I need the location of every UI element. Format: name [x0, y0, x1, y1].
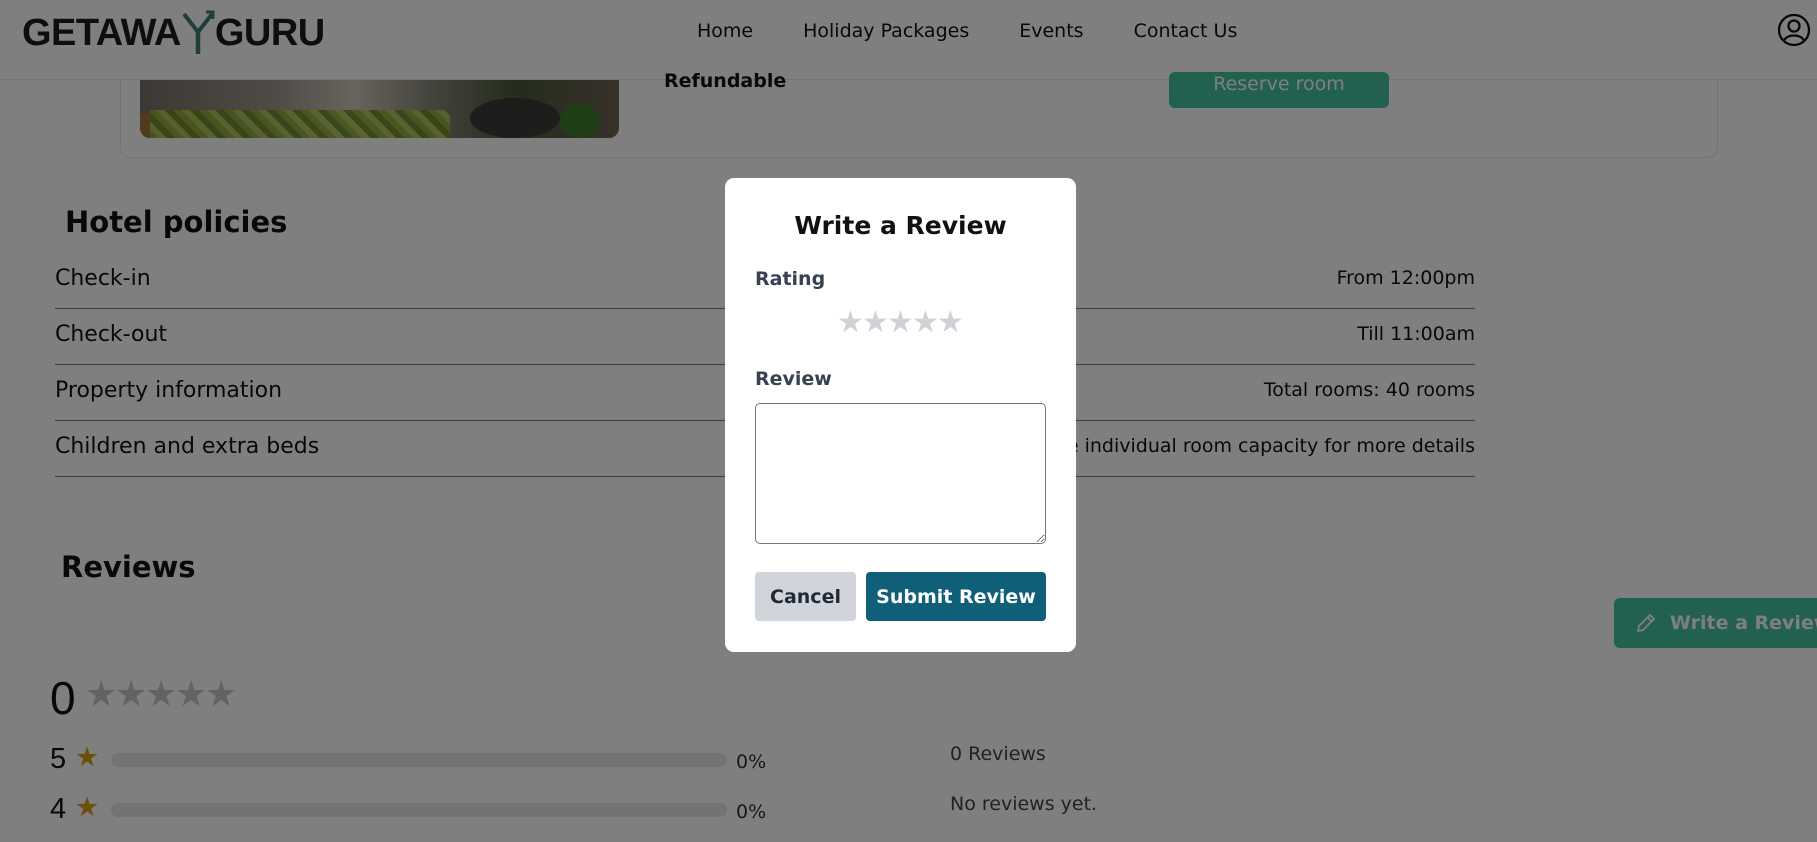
star-icon[interactable]: ★: [837, 308, 864, 338]
review-label: Review: [755, 368, 832, 390]
modal-title: Write a Review: [794, 211, 1007, 240]
star-icon[interactable]: ★: [912, 308, 939, 338]
cancel-button[interactable]: Cancel: [755, 572, 856, 621]
write-review-modal: Write a Review Rating ★ ★ ★ ★ ★ Review C…: [725, 178, 1076, 652]
star-icon[interactable]: ★: [937, 308, 964, 338]
star-icon[interactable]: ★: [862, 308, 889, 338]
submit-review-button[interactable]: Submit Review: [866, 572, 1046, 621]
rating-stars-input[interactable]: ★ ★ ★ ★ ★: [837, 308, 964, 338]
star-icon[interactable]: ★: [887, 308, 914, 338]
review-textarea[interactable]: [755, 403, 1046, 544]
rating-label: Rating: [755, 268, 826, 290]
